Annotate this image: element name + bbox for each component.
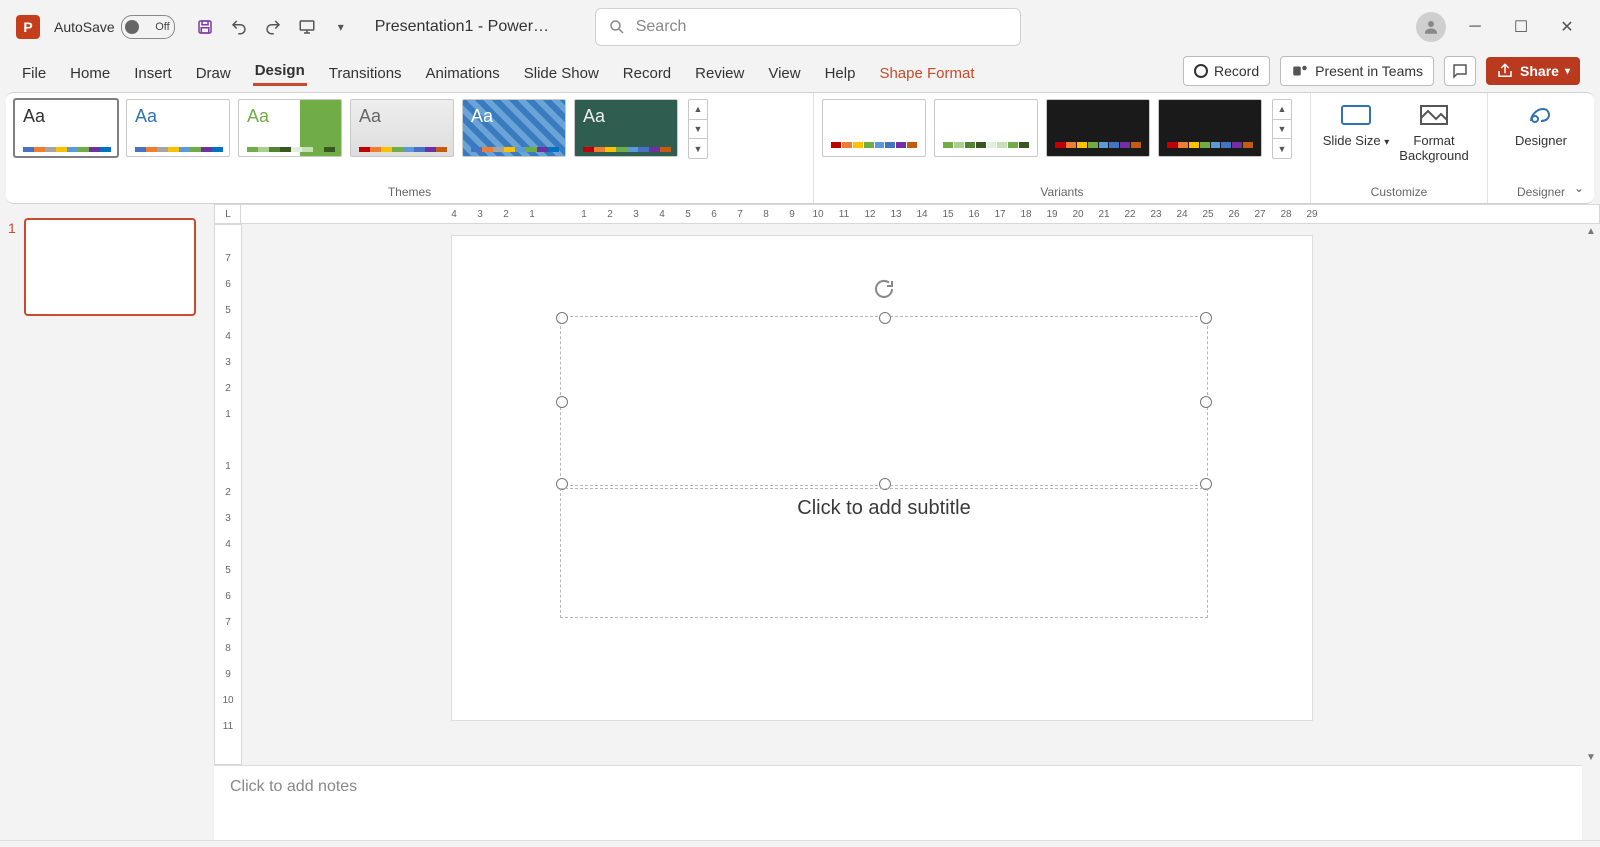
- tab-review[interactable]: Review: [693, 61, 746, 86]
- slide[interactable]: Click to add subtitle: [452, 236, 1312, 720]
- search-icon: [608, 18, 626, 36]
- designer-button[interactable]: Designer: [1496, 99, 1586, 148]
- teams-icon: [1291, 62, 1309, 80]
- theme-thumb-6[interactable]: Aa: [574, 99, 678, 157]
- gallery-down-icon[interactable]: ▼: [689, 120, 707, 140]
- slide-size-icon: [1340, 101, 1372, 129]
- gallery-down-icon[interactable]: ▼: [1273, 120, 1291, 140]
- theme-thumb-office[interactable]: Aa: [14, 99, 118, 157]
- ribbon-group-customize: Slide Size ▾ Format Background Customize: [1311, 93, 1488, 203]
- theme-thumb-3[interactable]: Aa: [238, 99, 342, 157]
- undo-icon[interactable]: [229, 17, 249, 37]
- account-avatar[interactable]: [1416, 12, 1446, 42]
- gallery-up-icon[interactable]: ▲: [1273, 100, 1291, 120]
- horizontal-ruler[interactable]: 4321123456789101112131415161718192021222…: [240, 204, 1600, 224]
- save-icon[interactable]: [195, 17, 215, 37]
- variants-gallery: ▲▼▼: [822, 99, 1302, 159]
- designer-label: Designer: [1496, 185, 1586, 201]
- tab-home[interactable]: Home: [68, 61, 112, 86]
- share-button[interactable]: Share▾: [1486, 57, 1580, 85]
- autosave-state: Off: [155, 21, 169, 33]
- subtitle-placeholder[interactable]: Click to add subtitle: [560, 488, 1208, 618]
- designer-icon: [1525, 101, 1557, 129]
- title-placeholder[interactable]: [560, 316, 1208, 486]
- present-from-start-icon[interactable]: [297, 17, 317, 37]
- tab-design[interactable]: Design: [253, 58, 307, 86]
- themes-label: Themes: [14, 185, 805, 201]
- minimize-button[interactable]: ─: [1466, 18, 1484, 36]
- search-placeholder: Search: [636, 18, 687, 36]
- autosave-toggle[interactable]: AutoSave Off: [54, 15, 175, 39]
- close-button[interactable]: ✕: [1558, 18, 1576, 36]
- tab-help[interactable]: Help: [823, 61, 858, 86]
- theme-thumb-2[interactable]: Aa: [126, 99, 230, 157]
- tab-file[interactable]: File: [20, 61, 48, 86]
- ruler-corner[interactable]: L: [214, 204, 242, 224]
- slide-size-button[interactable]: Slide Size ▾: [1319, 99, 1393, 163]
- subtitle-placeholder-text: Click to add subtitle: [797, 497, 970, 520]
- themes-gallery: Aa Aa Aa Aa Aa Aa ▲▼▼: [14, 99, 805, 159]
- comments-button[interactable]: [1444, 56, 1476, 86]
- tab-transitions[interactable]: Transitions: [327, 61, 404, 86]
- tab-animations[interactable]: Animations: [424, 61, 502, 86]
- app-icon: P: [16, 15, 40, 39]
- tab-record[interactable]: Record: [621, 61, 673, 86]
- maximize-button[interactable]: ☐: [1512, 18, 1530, 36]
- variant-thumb-2[interactable]: [934, 99, 1038, 157]
- search-box[interactable]: Search: [595, 8, 1021, 46]
- vertical-ruler[interactable]: 76543211234567891011: [214, 224, 242, 765]
- slide-thumbnail-1[interactable]: [24, 218, 196, 316]
- gallery-more-icon[interactable]: ▼: [689, 139, 707, 158]
- editor-area: L 43211234567891011121314151617181920212…: [214, 204, 1600, 765]
- slide-number: 1: [8, 218, 16, 236]
- status-bar: Slide 1 of 1 English (Malaysia) Accessib…: [0, 840, 1600, 847]
- rotate-handle-icon[interactable]: [872, 277, 896, 306]
- slide-canvas[interactable]: Click to add subtitle: [242, 224, 1582, 765]
- variants-gallery-nav[interactable]: ▲▼▼: [1272, 99, 1292, 159]
- redo-icon[interactable]: [263, 17, 283, 37]
- tab-insert[interactable]: Insert: [132, 61, 174, 86]
- customize-label: Customize: [1319, 185, 1479, 201]
- window-controls: ─ ☐ ✕: [1466, 18, 1576, 36]
- tab-draw[interactable]: Draw: [194, 61, 233, 86]
- ribbon-group-variants: ▲▼▼ Variants: [814, 93, 1311, 203]
- tab-view[interactable]: View: [766, 61, 802, 86]
- variant-thumb-3[interactable]: [1046, 99, 1150, 157]
- variants-label: Variants: [822, 185, 1302, 201]
- variant-thumb-4[interactable]: [1158, 99, 1262, 157]
- vertical-scrollbar[interactable]: ▲▼: [1582, 224, 1600, 765]
- qat-more-icon[interactable]: ▾: [331, 17, 351, 37]
- share-icon: [1496, 62, 1514, 80]
- slide-thumbnail-panel[interactable]: 1: [0, 204, 214, 765]
- notes-placeholder: Click to add notes: [230, 778, 357, 795]
- document-title: Presentation1 - PowerP...: [375, 18, 555, 36]
- theme-thumb-4[interactable]: Aa: [350, 99, 454, 157]
- collapse-ribbon-icon[interactable]: ⌄: [1574, 181, 1584, 195]
- record-button[interactable]: Record: [1183, 56, 1270, 86]
- tab-shape-format[interactable]: Shape Format: [877, 61, 976, 86]
- work-area: 1 L 432112345678910111213141516171819202…: [0, 204, 1600, 765]
- gallery-more-icon[interactable]: ▼: [1273, 139, 1291, 158]
- themes-gallery-nav[interactable]: ▲▼▼: [688, 99, 708, 159]
- notes-pane[interactable]: Click to add notes: [214, 765, 1582, 840]
- variant-thumb-1[interactable]: [822, 99, 926, 157]
- title-bar: P AutoSave Off ▾ Presentation1 - PowerP.…: [0, 0, 1600, 54]
- tab-slide-show[interactable]: Slide Show: [522, 61, 601, 86]
- format-background-button[interactable]: Format Background: [1397, 99, 1471, 163]
- theme-thumb-5[interactable]: Aa: [462, 99, 566, 157]
- ribbon-group-themes: Aa Aa Aa Aa Aa Aa ▲▼▼ Themes: [6, 93, 814, 203]
- autosave-label: AutoSave: [54, 19, 115, 35]
- ribbon: Aa Aa Aa Aa Aa Aa ▲▼▼ Themes ▲▼▼ Variant…: [6, 92, 1594, 204]
- gallery-up-icon[interactable]: ▲: [689, 100, 707, 120]
- toggle-switch[interactable]: Off: [121, 15, 175, 39]
- comment-icon: [1451, 62, 1469, 80]
- ribbon-tabs: File Home Insert Draw Design Transitions…: [0, 54, 1600, 86]
- format-background-icon: [1418, 101, 1450, 129]
- quick-access-toolbar: ▾: [195, 17, 351, 37]
- present-in-teams-button[interactable]: Present in Teams: [1280, 56, 1434, 86]
